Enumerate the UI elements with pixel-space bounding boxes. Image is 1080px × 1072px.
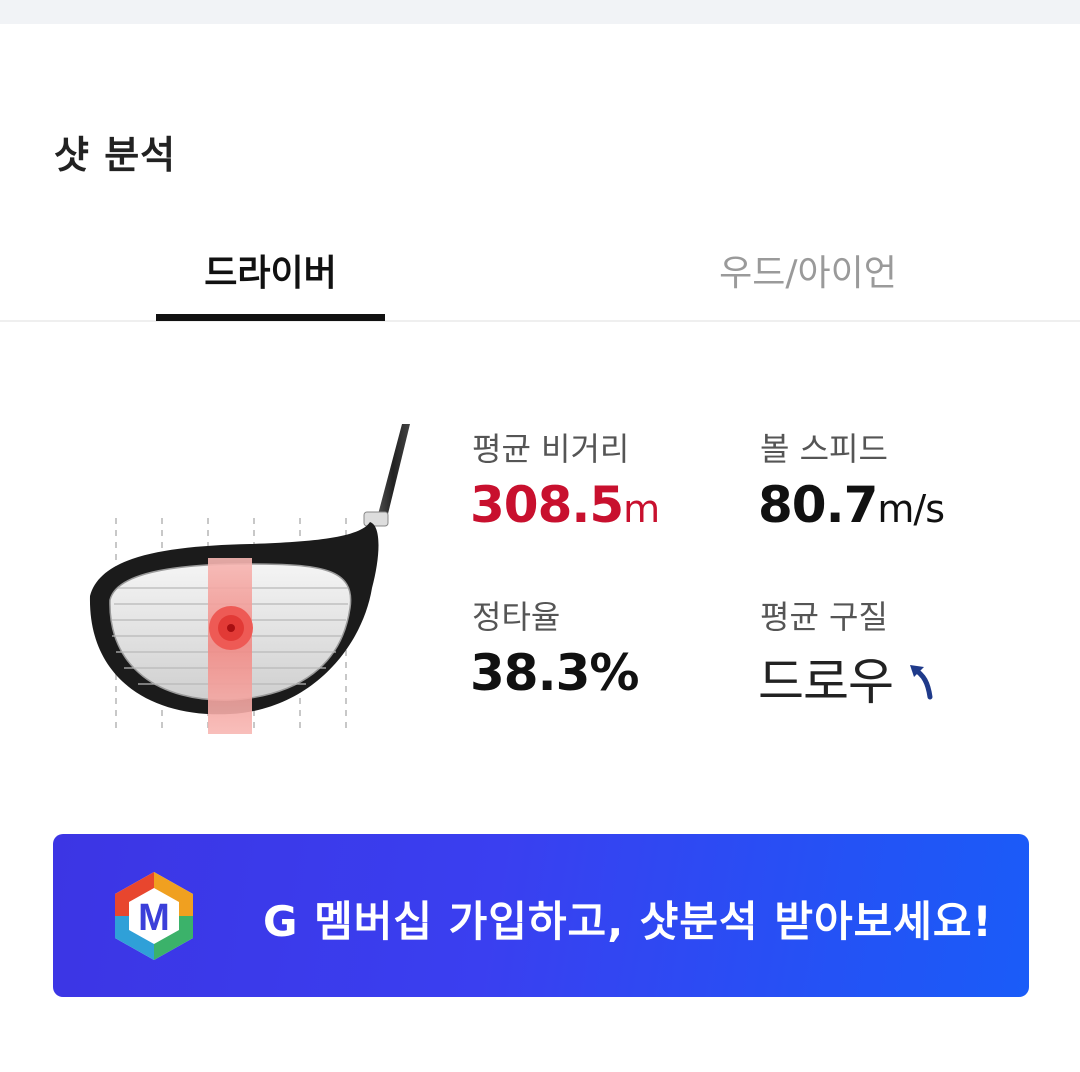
ball-flight-value: 드로우 [758, 642, 938, 714]
avg-distance-label: 평균 비거리 [472, 430, 630, 468]
accuracy-value: 38.3% [470, 644, 639, 702]
membership-banner[interactable]: M G 멤버십 가입하고, 샷분석 받아보세요! [53, 834, 1029, 997]
ball-flight-label: 평균 구질 [760, 598, 888, 636]
banner-cta-text: G 멤버십 가입하고, 샷분석 받아보세요! [263, 897, 993, 946]
ball-speed-value: 80.7m/s [758, 476, 945, 534]
m-logo-icon: M [115, 872, 193, 960]
svg-text:M: M [138, 897, 170, 939]
draw-arrow-icon [909, 665, 933, 700]
accuracy-label: 정타율 [472, 598, 561, 636]
ball-speed-label: 볼 스피드 [760, 430, 888, 468]
driver-club-image [89, 424, 410, 734]
avg-distance-value: 308.5m [470, 476, 660, 534]
tab-wood-iron[interactable]: 우드/아이언 [688, 244, 928, 296]
tab-driver[interactable]: 드라이버 [156, 244, 385, 296]
page-title: 샷 분석 [54, 133, 177, 177]
top-separator [0, 0, 1080, 24]
active-tab-indicator [156, 314, 385, 321]
